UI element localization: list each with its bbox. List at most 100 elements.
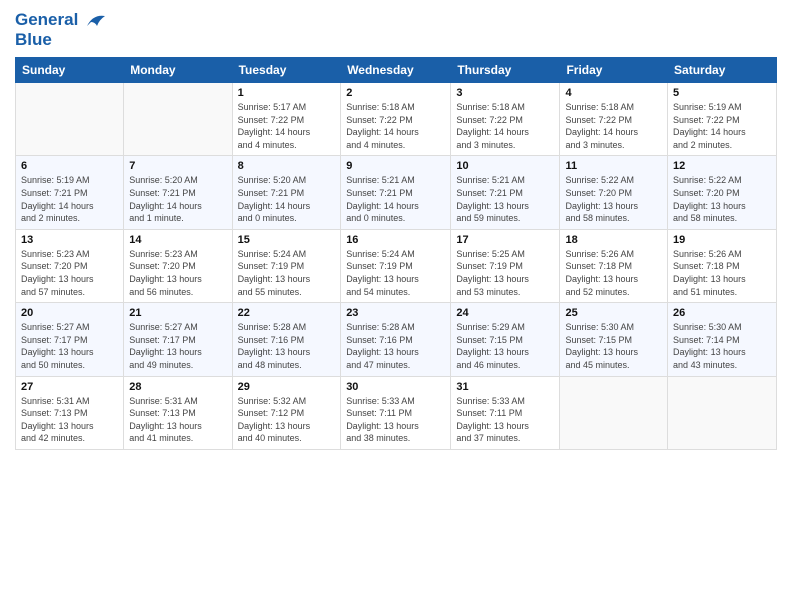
calendar-cell: 28 Sunrise: 5:31 AM Sunset: 7:13 PM Dayli… [124,376,232,449]
calendar-cell [16,83,124,156]
day-info: Sunrise: 5:18 AM Sunset: 7:22 PM Dayligh… [346,101,445,151]
logo: General Blue [15,10,107,49]
calendar-cell [560,376,668,449]
day-number: 1 [238,87,336,99]
day-info: Sunrise: 5:26 AM Sunset: 7:18 PM Dayligh… [565,248,662,298]
day-number: 8 [238,160,336,172]
calendar-cell: 12Sunrise: 5:22 AM Sunset: 7:20 PM Dayli… [668,156,777,229]
day-number: 27 [21,381,118,393]
calendar-cell: 30 Sunrise: 5:33 AM Sunset: 7:11 PM Dayli… [341,376,451,449]
calendar-cell: 8 Sunrise: 5:20 AM Sunset: 7:21 PM Daylig… [232,156,341,229]
day-number: 17 [456,234,554,246]
day-info: Sunrise: 5:19 AM Sunset: 7:22 PM Dayligh… [673,101,771,151]
day-number: 7 [129,160,226,172]
calendar-cell: 9Sunrise: 5:21 AM Sunset: 7:21 PM Daylig… [341,156,451,229]
day-number: 20 [21,307,118,319]
day-number: 11 [565,160,662,172]
calendar-cell: 11Sunrise: 5:22 AM Sunset: 7:20 PM Dayli… [560,156,668,229]
weekday-header-tuesday: Tuesday [232,58,341,83]
day-info: Sunrise: 5:32 AM Sunset: 7:12 PM Dayligh… [238,395,336,445]
day-info: Sunrise: 5:19 AM Sunset: 7:21 PM Dayligh… [21,174,118,224]
day-number: 24 [456,307,554,319]
calendar-week-1: 1 Sunrise: 5:17 AM Sunset: 7:22 PM Daylig… [16,83,777,156]
calendar-week-5: 27 Sunrise: 5:31 AM Sunset: 7:13 PM Dayli… [16,376,777,449]
day-number: 13 [21,234,118,246]
day-number: 30 [346,381,445,393]
logo-text: General [15,10,107,30]
day-number: 18 [565,234,662,246]
day-number: 3 [456,87,554,99]
calendar-cell: 14Sunrise: 5:23 AM Sunset: 7:20 PM Dayli… [124,229,232,302]
calendar-cell: 5 Sunrise: 5:19 AM Sunset: 7:22 PM Daylig… [668,83,777,156]
day-number: 16 [346,234,445,246]
calendar-cell: 6 Sunrise: 5:19 AM Sunset: 7:21 PM Daylig… [16,156,124,229]
logo-bird-icon [85,12,107,30]
day-number: 9 [346,160,445,172]
calendar-cell: 21 Sunrise: 5:27 AM Sunset: 7:17 PM Dayli… [124,303,232,376]
day-number: 15 [238,234,336,246]
day-info: Sunrise: 5:20 AM Sunset: 7:21 PM Dayligh… [238,174,336,224]
calendar-cell: 31Sunrise: 5:33 AM Sunset: 7:11 PM Dayli… [451,376,560,449]
day-info: Sunrise: 5:23 AM Sunset: 7:20 PM Dayligh… [129,248,226,298]
day-number: 22 [238,307,336,319]
page: General Blue SundayMondayTuesdayWednesda… [0,0,792,612]
day-number: 23 [346,307,445,319]
calendar-cell: 27 Sunrise: 5:31 AM Sunset: 7:13 PM Dayli… [16,376,124,449]
calendar-cell: 25 Sunrise: 5:30 AM Sunset: 7:15 PM Dayli… [560,303,668,376]
weekday-header-wednesday: Wednesday [341,58,451,83]
day-number: 6 [21,160,118,172]
day-info: Sunrise: 5:26 AM Sunset: 7:18 PM Dayligh… [673,248,771,298]
calendar-cell: 17Sunrise: 5:25 AM Sunset: 7:19 PM Dayli… [451,229,560,302]
calendar-week-3: 13 Sunrise: 5:23 AM Sunset: 7:20 PM Dayli… [16,229,777,302]
calendar-cell: 10Sunrise: 5:21 AM Sunset: 7:21 PM Dayli… [451,156,560,229]
calendar-week-2: 6 Sunrise: 5:19 AM Sunset: 7:21 PM Daylig… [16,156,777,229]
calendar-cell [124,83,232,156]
day-number: 10 [456,160,554,172]
day-info: Sunrise: 5:20 AM Sunset: 7:21 PM Dayligh… [129,174,226,224]
calendar-cell: 15 Sunrise: 5:24 AM Sunset: 7:19 PM Dayli… [232,229,341,302]
day-info: Sunrise: 5:33 AM Sunset: 7:11 PM Dayligh… [346,395,445,445]
weekday-header-friday: Friday [560,58,668,83]
weekday-header-row: SundayMondayTuesdayWednesdayThursdayFrid… [16,58,777,83]
calendar-cell: 3 Sunrise: 5:18 AM Sunset: 7:22 PM Daylig… [451,83,560,156]
day-number: 5 [673,87,771,99]
day-info: Sunrise: 5:24 AM Sunset: 7:19 PM Dayligh… [238,248,336,298]
day-number: 19 [673,234,771,246]
day-number: 21 [129,307,226,319]
calendar-cell: 1 Sunrise: 5:17 AM Sunset: 7:22 PM Daylig… [232,83,341,156]
day-info: Sunrise: 5:23 AM Sunset: 7:20 PM Dayligh… [21,248,118,298]
day-number: 12 [673,160,771,172]
weekday-header-saturday: Saturday [668,58,777,83]
weekday-header-monday: Monday [124,58,232,83]
calendar-cell: 16 Sunrise: 5:24 AM Sunset: 7:19 PM Dayli… [341,229,451,302]
day-number: 31 [456,381,554,393]
day-info: Sunrise: 5:29 AM Sunset: 7:15 PM Dayligh… [456,321,554,371]
day-info: Sunrise: 5:28 AM Sunset: 7:16 PM Dayligh… [346,321,445,371]
calendar-cell: 23 Sunrise: 5:28 AM Sunset: 7:16 PM Dayli… [341,303,451,376]
day-info: Sunrise: 5:18 AM Sunset: 7:22 PM Dayligh… [565,101,662,151]
weekday-header-thursday: Thursday [451,58,560,83]
calendar-cell: 18 Sunrise: 5:26 AM Sunset: 7:18 PM Dayli… [560,229,668,302]
calendar-cell: 19 Sunrise: 5:26 AM Sunset: 7:18 PM Dayli… [668,229,777,302]
day-info: Sunrise: 5:30 AM Sunset: 7:15 PM Dayligh… [565,321,662,371]
calendar-cell: 4 Sunrise: 5:18 AM Sunset: 7:22 PM Daylig… [560,83,668,156]
day-info: Sunrise: 5:24 AM Sunset: 7:19 PM Dayligh… [346,248,445,298]
calendar-cell [668,376,777,449]
day-number: 26 [673,307,771,319]
logo-blue: Blue [15,30,107,50]
day-number: 2 [346,87,445,99]
day-number: 28 [129,381,226,393]
day-number: 4 [565,87,662,99]
header: General Blue [15,10,777,49]
day-info: Sunrise: 5:18 AM Sunset: 7:22 PM Dayligh… [456,101,554,151]
day-info: Sunrise: 5:28 AM Sunset: 7:16 PM Dayligh… [238,321,336,371]
day-info: Sunrise: 5:27 AM Sunset: 7:17 PM Dayligh… [21,321,118,371]
day-info: Sunrise: 5:27 AM Sunset: 7:17 PM Dayligh… [129,321,226,371]
day-info: Sunrise: 5:31 AM Sunset: 7:13 PM Dayligh… [129,395,226,445]
day-info: Sunrise: 5:31 AM Sunset: 7:13 PM Dayligh… [21,395,118,445]
day-number: 25 [565,307,662,319]
day-info: Sunrise: 5:17 AM Sunset: 7:22 PM Dayligh… [238,101,336,151]
day-info: Sunrise: 5:30 AM Sunset: 7:14 PM Dayligh… [673,321,771,371]
calendar-cell: 26 Sunrise: 5:30 AM Sunset: 7:14 PM Dayli… [668,303,777,376]
calendar-cell: 24 Sunrise: 5:29 AM Sunset: 7:15 PM Dayli… [451,303,560,376]
